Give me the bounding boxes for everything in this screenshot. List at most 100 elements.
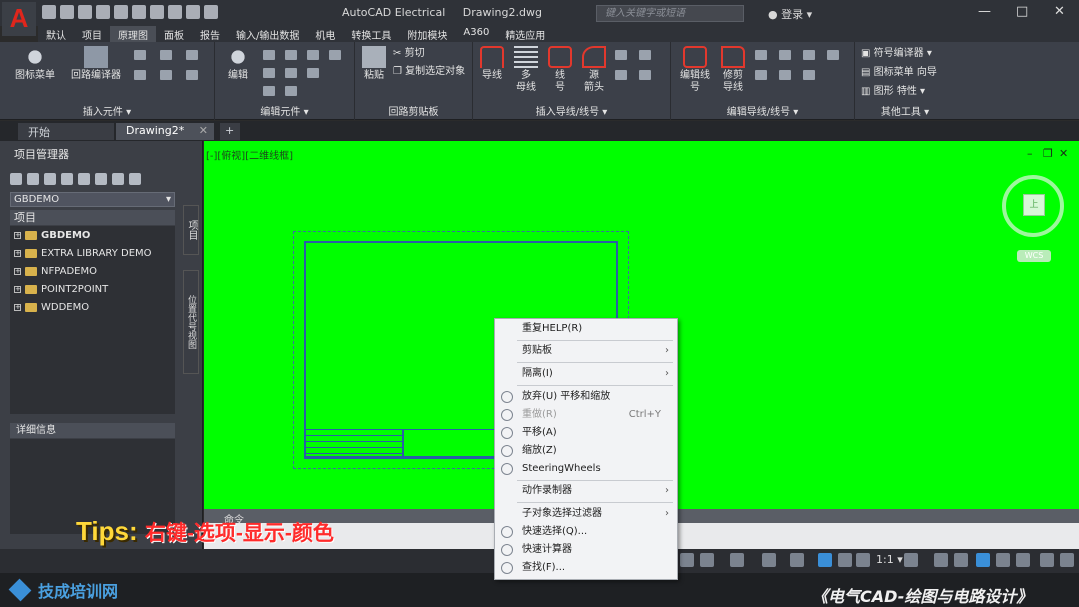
wire-tool-icon[interactable] (615, 50, 627, 60)
new-icon[interactable] (42, 5, 56, 19)
tab-reports[interactable]: 报告 (192, 26, 228, 42)
viewport-restore-icon[interactable]: ❐ (1043, 147, 1053, 160)
annotation-scale-icon[interactable] (856, 553, 870, 567)
isolate-objects-icon[interactable] (996, 553, 1010, 567)
wire-tool-icon[interactable] (639, 70, 651, 80)
drawing-list-icon[interactable] (95, 173, 107, 185)
wire-tool-icon[interactable] (615, 70, 627, 80)
tab-panel[interactable]: 面板 (156, 26, 192, 42)
new-drawing-icon[interactable] (44, 173, 56, 185)
tab-add-ins[interactable]: 附加模块 (399, 26, 455, 42)
cut-button[interactable]: ✂ 剪切 (393, 48, 463, 60)
wcs-menu[interactable]: WCS (1017, 250, 1051, 262)
menu-item-steeringwheels[interactable]: SteeringWheels (495, 460, 677, 478)
wire-tool-icon[interactable] (639, 50, 651, 60)
login-button[interactable]: ● 登录 ▾ (768, 6, 812, 22)
edit-tool-icon[interactable] (263, 68, 275, 78)
tree-item[interactable]: + POINT2POINT (14, 284, 108, 295)
expand-icon[interactable]: + (14, 286, 21, 293)
maximize-icon[interactable]: □ (1016, 4, 1028, 19)
osnap-icon[interactable] (730, 553, 744, 567)
menu-item-repeat-help[interactable]: 重复HELP(R) (495, 320, 677, 338)
save-icon[interactable] (78, 5, 92, 19)
project-properties-icon[interactable] (78, 173, 90, 185)
group-label[interactable]: 编辑元件 ▾ (215, 103, 354, 118)
tab-drawing2[interactable]: Drawing2* ✕ (116, 123, 214, 140)
customize-menu-icon[interactable] (1060, 553, 1074, 567)
plot-project-icon[interactable] (129, 173, 141, 185)
edit-tool-icon[interactable] (285, 86, 297, 96)
viewcube-face[interactable]: 上 (1023, 194, 1045, 216)
edit-tool-icon[interactable] (285, 68, 297, 78)
menu-item-isolate[interactable]: 隔离(I) › (495, 365, 677, 383)
side-tab-projects[interactable]: 项目 (183, 205, 199, 255)
ortho-icon[interactable] (680, 553, 694, 567)
copy-selected-button[interactable]: ❐ 复制选定对象 (393, 66, 473, 78)
plot-icon[interactable] (132, 5, 146, 19)
icon-menu-button[interactable]: 图标菜单 (10, 46, 60, 82)
auto-scale-icon[interactable] (838, 553, 852, 567)
open-icon[interactable] (60, 5, 74, 19)
component-tool-icon[interactable] (160, 50, 172, 60)
graphic-properties-button[interactable]: ▥ 图形 特性 ▾ (861, 86, 956, 98)
fullscreen-icon[interactable] (1040, 553, 1054, 567)
menu-item-find[interactable]: 查找(F)... (495, 559, 677, 577)
tab-conversion-tools[interactable]: 转换工具 (343, 26, 399, 42)
component-tool-icon[interactable] (186, 70, 198, 80)
edit-tool-icon[interactable] (263, 50, 275, 60)
tab-start[interactable]: 开始 (18, 123, 114, 140)
wire-edit-tool-icon[interactable] (803, 50, 815, 60)
edit-tool-icon[interactable] (307, 50, 319, 60)
annotation-visibility-icon[interactable] (818, 553, 832, 567)
expand-icon[interactable]: + (14, 304, 21, 311)
expand-icon[interactable]: + (14, 250, 21, 257)
wire-edit-tool-icon[interactable] (803, 70, 815, 80)
tab-import-export[interactable]: 输入/输出数据 (228, 26, 307, 42)
paste-button[interactable]: 粘贴 (359, 46, 389, 82)
wire-edit-tool-icon[interactable] (755, 70, 767, 80)
new-project-icon[interactable] (27, 173, 39, 185)
new-tab-button[interactable]: + (220, 123, 240, 140)
component-tool-icon[interactable] (134, 70, 146, 80)
menu-item-zoom[interactable]: 缩放(Z) (495, 442, 677, 460)
scale-dropdown[interactable]: 1:1 ▾ (876, 553, 903, 566)
menu-item-quick-select[interactable]: 快速选择(Q)... (495, 523, 677, 541)
menu-item-pan[interactable]: 平移(A) (495, 424, 677, 442)
edit-tool-icon[interactable] (285, 50, 297, 60)
icon-menu-wizard-button[interactable]: ▤ 图标菜单 向导 (861, 67, 956, 79)
hardware-acceleration-icon[interactable] (976, 553, 990, 567)
edit-wire-number-button[interactable]: 编辑线号 (675, 46, 715, 94)
group-label[interactable]: 其他工具 ▾ (855, 103, 955, 118)
menu-item-action-recorder[interactable]: 动作录制器 › (495, 482, 677, 500)
back-icon[interactable] (168, 5, 182, 19)
isolate-icon[interactable] (954, 553, 968, 567)
tree-item[interactable]: + WDDEMO (14, 302, 89, 313)
close-tab-icon[interactable]: ✕ (199, 124, 208, 137)
edit-tool-icon[interactable] (263, 86, 275, 96)
group-label[interactable]: 编辑导线/线号 ▾ (671, 103, 854, 118)
source-arrow-button[interactable]: 源箭头 (579, 46, 609, 94)
redo-icon[interactable] (114, 5, 128, 19)
search-input[interactable]: 键入关键字或短语 (596, 5, 744, 22)
menu-item-subobject-filter[interactable]: 子对象选择过滤器 › (495, 505, 677, 523)
refresh-icon[interactable] (61, 173, 73, 185)
wire-button[interactable]: 导线 (477, 46, 507, 82)
undo-icon[interactable] (96, 5, 110, 19)
wire-edit-tool-icon[interactable] (779, 50, 791, 60)
menu-item-clipboard[interactable]: 剪贴板 › (495, 342, 677, 360)
symbol-builder-button[interactable]: ▣ 符号编译器 ▾ (861, 48, 956, 60)
publish-icon[interactable] (112, 173, 124, 185)
tab-featured-apps[interactable]: 精选应用 (497, 26, 553, 42)
polar-icon[interactable] (700, 553, 714, 567)
edit-button[interactable]: 编辑 (221, 46, 255, 82)
otrack-icon[interactable] (762, 553, 776, 567)
close-icon[interactable]: ✕ (1054, 4, 1065, 19)
expand-icon[interactable]: + (14, 268, 21, 275)
minimize-icon[interactable]: — (978, 4, 991, 19)
open-project-icon[interactable] (10, 173, 22, 185)
forward-icon[interactable] (186, 5, 200, 19)
circuit-builder-button[interactable]: 回路编译器 (66, 46, 126, 82)
component-tool-icon[interactable] (186, 50, 198, 60)
viewport-close-icon[interactable]: ✕ (1059, 147, 1068, 160)
project-select[interactable]: GBDEMO ▾ (10, 192, 175, 207)
